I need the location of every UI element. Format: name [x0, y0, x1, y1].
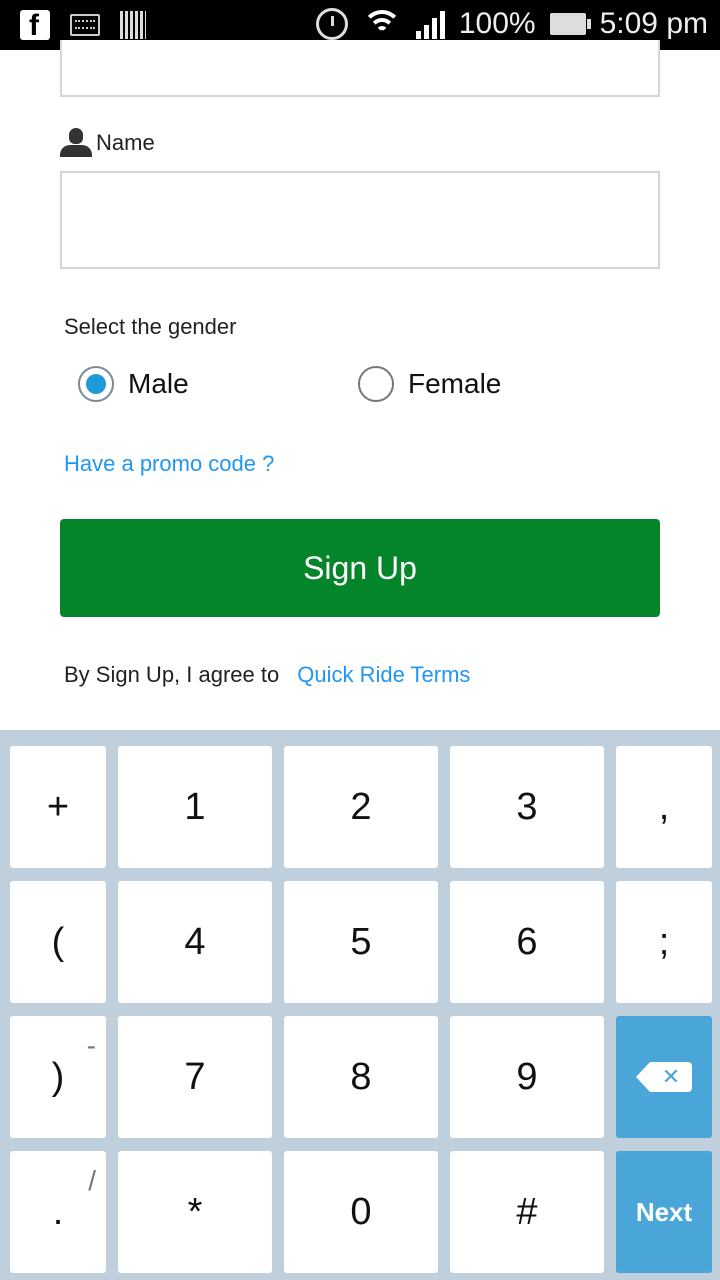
- key-7[interactable]: 7: [118, 1016, 272, 1138]
- terms-row: By Sign Up, I agree to Quick Ride Terms: [64, 662, 470, 688]
- key-semicolon[interactable]: ;: [616, 881, 712, 1003]
- key-3[interactable]: 3: [450, 746, 604, 868]
- backspace-icon: [636, 1062, 692, 1092]
- keyboard-icon: [70, 14, 100, 36]
- key-comma[interactable]: ,: [616, 746, 712, 868]
- radio-button-female[interactable]: [358, 366, 394, 402]
- radio-label-female: Female: [408, 368, 502, 399]
- key-asterisk[interactable]: *: [118, 1151, 272, 1273]
- key-label: 6: [516, 920, 538, 963]
- numeric-keyboard: +123,(456;)-789./*0#Next: [0, 730, 720, 1280]
- key-8[interactable]: 8: [284, 1016, 438, 1138]
- radio-button-male[interactable]: [78, 366, 114, 402]
- key-plus[interactable]: +: [10, 746, 106, 868]
- alarm-icon: [315, 8, 348, 40]
- key-open-paren[interactable]: (: [10, 881, 106, 1003]
- key-label: 9: [516, 1055, 538, 1098]
- key-9[interactable]: 9: [450, 1016, 604, 1138]
- key-label: *: [187, 1190, 203, 1233]
- name-label: Name: [60, 128, 155, 158]
- key-close-paren[interactable]: ) -: [10, 1016, 106, 1138]
- key-6[interactable]: 6: [450, 881, 604, 1003]
- radio-female[interactable]: Female: [358, 366, 501, 402]
- promo-code-link[interactable]: Have a promo code ?: [64, 451, 274, 477]
- key-label: 4: [184, 920, 206, 963]
- radio-male[interactable]: Male: [78, 366, 189, 402]
- key-1[interactable]: 1: [118, 746, 272, 868]
- key-label: (: [51, 920, 65, 963]
- battery-percent: 100%: [458, 7, 536, 40]
- next-label: Next: [635, 1196, 693, 1227]
- gender-label: Select the gender: [64, 314, 237, 339]
- system-icons: 100% 5:09 pm: [315, 7, 708, 41]
- key-label: 7: [184, 1055, 206, 1098]
- key-label: #: [516, 1190, 538, 1233]
- key-label: ,: [658, 785, 670, 828]
- key-label: .: [52, 1190, 64, 1233]
- key-sub-label: /: [88, 1165, 96, 1196]
- radio-label-male: Male: [128, 368, 189, 399]
- key-0[interactable]: 0: [284, 1151, 438, 1273]
- key-hash[interactable]: #: [450, 1151, 604, 1273]
- name-input[interactable]: [60, 171, 660, 269]
- key-label: ;: [658, 920, 670, 963]
- key-backspace[interactable]: [616, 1016, 712, 1138]
- key-label: +: [46, 785, 70, 828]
- previous-input-field[interactable]: [60, 40, 660, 97]
- terms-link[interactable]: Quick Ride Terms: [297, 662, 470, 688]
- key-label: ): [51, 1055, 65, 1098]
- wifi-icon: [361, 8, 402, 40]
- key-2[interactable]: 2: [284, 746, 438, 868]
- barcode-icon: [120, 11, 146, 39]
- notification-icons: [20, 9, 146, 43]
- key-sub-label: -: [86, 1030, 96, 1061]
- key-5[interactable]: 5: [284, 881, 438, 1003]
- key-label: 8: [350, 1055, 372, 1098]
- key-4[interactable]: 4: [118, 881, 272, 1003]
- battery-icon: [549, 13, 591, 35]
- clock: 5:09 pm: [599, 7, 708, 40]
- key-label: 0: [350, 1190, 372, 1233]
- person-icon: [60, 128, 92, 158]
- key-label: 5: [350, 920, 372, 963]
- facebook-icon: [20, 9, 50, 43]
- key-label: 1: [184, 785, 206, 828]
- key-label: 3: [516, 785, 538, 828]
- terms-text: By Sign Up, I agree to: [64, 662, 280, 687]
- name-label-text: Name: [96, 130, 155, 155]
- signal-icon: [415, 9, 445, 39]
- sign-up-button[interactable]: Sign Up: [60, 519, 660, 617]
- key-label: 2: [350, 785, 372, 828]
- key-period[interactable]: . /: [10, 1151, 106, 1273]
- key-next[interactable]: Next: [616, 1151, 712, 1273]
